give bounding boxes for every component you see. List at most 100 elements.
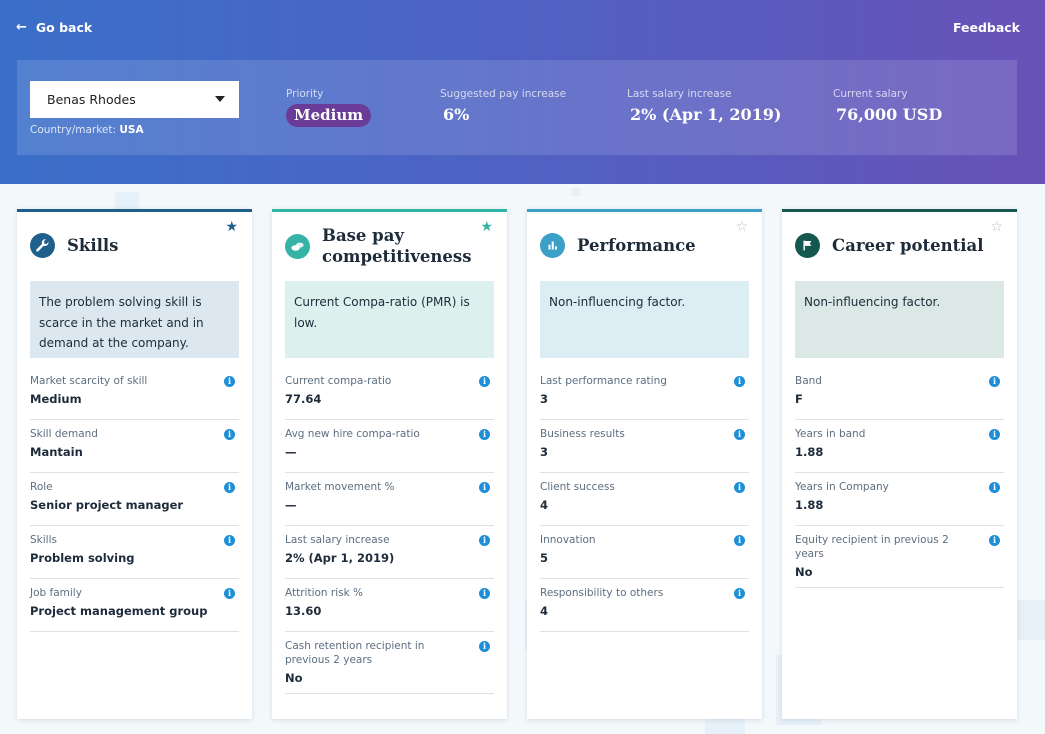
factor-item: Cash retention recipient in previous 2 y… — [285, 632, 494, 694]
info-icon[interactable]: i — [989, 535, 1000, 546]
factor-value: 2% (Apr 1, 2019) — [285, 551, 395, 565]
coins-icon — [285, 233, 310, 259]
factor-label: Last performance rating — [540, 375, 667, 387]
factor-value: 77.64 — [285, 392, 322, 406]
info-icon[interactable]: i — [479, 535, 490, 546]
factor-label: Responsibility to others — [540, 587, 664, 599]
factor-label: Role — [30, 481, 53, 493]
info-icon[interactable]: i — [734, 535, 745, 546]
factor-item: Market movement % — i — [285, 473, 494, 526]
info-icon[interactable]: i — [479, 376, 490, 387]
factor-item: Equity recipient in previous 2 years No … — [795, 526, 1004, 588]
factor-item: Skills Problem solving i — [30, 526, 239, 579]
current-salary-value: 76,000 USD — [836, 105, 943, 124]
info-icon[interactable]: i — [224, 429, 235, 440]
base-pay-card: ★ Base pay competitiveness Current Compa… — [272, 209, 507, 719]
factor-label: Equity recipient in previous 2 years — [795, 534, 949, 560]
factor-label: Skills — [30, 534, 57, 546]
employee-select[interactable]: Benas Rhodes — [30, 81, 239, 118]
card-title: Career potential — [832, 236, 984, 255]
card-header: Base pay competitiveness — [285, 225, 492, 267]
factor-item: Current compa-ratio 77.64 i — [285, 367, 494, 420]
current-salary-label: Current salary — [833, 88, 908, 100]
info-icon[interactable]: i — [479, 482, 490, 493]
feedback-link[interactable]: Feedback — [953, 20, 1020, 35]
factor-list: Market scarcity of skill Medium i Skill … — [30, 367, 239, 632]
card-accent-line — [527, 209, 762, 212]
factor-value: 4 — [540, 498, 549, 512]
factor-label: Client success — [540, 481, 615, 493]
factor-label: Avg new hire compa-ratio — [285, 428, 420, 440]
factor-value: — — [285, 498, 297, 512]
card-header: Career potential — [795, 233, 1002, 258]
info-icon[interactable]: i — [734, 588, 745, 599]
factor-list: Current compa-ratio 77.64 i Avg new hire… — [285, 367, 494, 694]
factor-item: Avg new hire compa-ratio — i — [285, 420, 494, 473]
star-filled-icon[interactable]: ★ — [225, 220, 238, 234]
caret-down-icon — [215, 96, 225, 102]
card-title: Performance — [577, 236, 696, 255]
info-icon[interactable]: i — [224, 588, 235, 599]
factor-value: No — [285, 671, 303, 685]
card-accent-line — [272, 209, 507, 212]
career-potential-card: ☆ Career potential Non-influencing facto… — [782, 209, 1017, 719]
factor-value: — — [285, 445, 297, 459]
factor-item: Last salary increase 2% (Apr 1, 2019) i — [285, 526, 494, 579]
background-decoration — [1017, 600, 1045, 640]
info-icon[interactable]: i — [479, 429, 490, 440]
factor-label: Current compa-ratio — [285, 375, 392, 387]
current-salary-metric: Current salary 76,000 USD — [833, 88, 942, 124]
factor-label: Years in Company — [795, 481, 889, 493]
info-icon[interactable]: i — [479, 641, 490, 652]
factor-label: Market movement % — [285, 481, 395, 493]
factor-value: 3 — [540, 392, 549, 406]
card-header: Skills — [30, 233, 237, 258]
factor-label: Business results — [540, 428, 625, 440]
factor-label: Job family — [30, 587, 82, 599]
info-icon[interactable]: i — [224, 535, 235, 546]
info-icon[interactable]: i — [989, 482, 1000, 493]
factor-label: Market scarcity of skill — [30, 375, 148, 387]
star-outline-icon[interactable]: ☆ — [990, 220, 1003, 234]
factor-label: Band — [795, 375, 822, 387]
card-title: Skills — [67, 236, 119, 255]
flag-icon — [795, 233, 820, 258]
suggested-increase-value: 6% — [443, 105, 470, 124]
factor-item: Years in Company 1.88 i — [795, 473, 1004, 526]
factor-label: Cash retention recipient in previous 2 y… — [285, 640, 425, 666]
go-back-link[interactable]: ← Go back — [16, 20, 92, 35]
star-outline-icon[interactable]: ☆ — [735, 220, 748, 234]
info-icon[interactable]: i — [989, 429, 1000, 440]
card-description: The problem solving skill is scarce in t… — [30, 281, 239, 358]
wrench-icon — [30, 233, 55, 258]
info-icon[interactable]: i — [734, 482, 745, 493]
employee-summary: Benas Rhodes Country/market: USA Priorit… — [17, 60, 1017, 155]
factor-label: Last salary increase — [285, 534, 390, 546]
go-back-label: Go back — [35, 20, 93, 35]
factor-value: 3 — [540, 445, 549, 459]
arrow-left-icon: ← — [16, 20, 27, 35]
bar-chart-icon — [540, 233, 565, 258]
factor-label: Skill demand — [30, 428, 98, 440]
info-icon[interactable]: i — [989, 376, 1000, 387]
info-icon[interactable]: i — [734, 429, 745, 440]
factor-value: F — [795, 392, 803, 406]
country-market: Country/market: USA — [30, 124, 144, 136]
card-description: Non-influencing factor. — [795, 281, 1004, 358]
factor-value: Project management group — [30, 604, 208, 618]
factor-label: Innovation — [540, 534, 596, 546]
info-icon[interactable]: i — [224, 482, 235, 493]
factor-item: Years in band 1.88 i — [795, 420, 1004, 473]
factor-item: Market scarcity of skill Medium i — [30, 367, 239, 420]
card-header: Performance — [540, 233, 747, 258]
factor-value: Medium — [30, 392, 82, 406]
last-increase-value: 2% (Apr 1, 2019) — [630, 105, 782, 124]
info-icon[interactable]: i — [479, 588, 490, 599]
info-icon[interactable]: i — [734, 376, 745, 387]
priority-label: Priority — [286, 88, 324, 100]
factor-value: 4 — [540, 604, 549, 618]
factor-list: Last performance rating 3 i Business res… — [540, 367, 749, 632]
info-icon[interactable]: i — [224, 376, 235, 387]
factor-item: Responsibility to others 4 i — [540, 579, 749, 632]
card-accent-line — [17, 209, 252, 212]
